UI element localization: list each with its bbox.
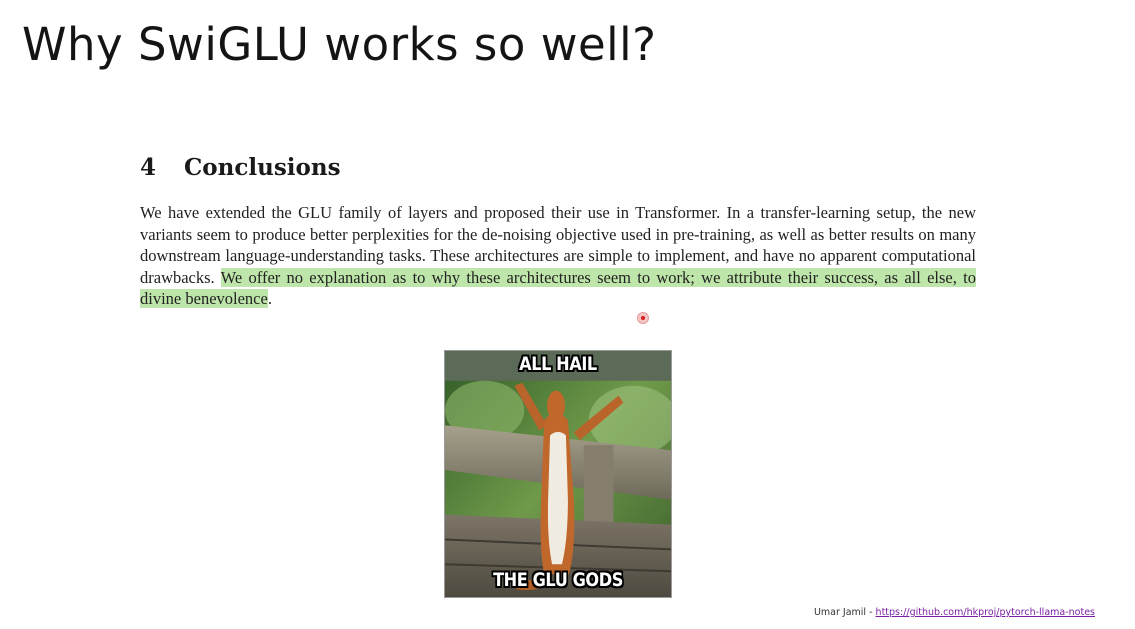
- section-number: 4: [140, 154, 157, 181]
- footer-author: Umar Jamil -: [813, 607, 876, 618]
- squirrel-illustration: [445, 351, 671, 597]
- section-title: Conclusions: [184, 154, 341, 181]
- meme-bottom-caption: THE GLU GODS: [493, 569, 623, 591]
- section-heading: 4 Conclusions: [140, 154, 341, 181]
- highlighted-text: We offer no explanation as to why these …: [140, 267, 976, 308]
- paragraph-end: .: [267, 289, 272, 308]
- conclusions-paragraph: We have extended the GLU family of layer…: [140, 202, 976, 310]
- footer-link[interactable]: https://github.com/hkproj/pytorch-llama-…: [876, 607, 1095, 618]
- meme-top-caption: ALL HAIL: [519, 353, 597, 375]
- footer-credit: Umar Jamil - https://github.com/hkproj/p…: [814, 607, 1095, 618]
- squirrel-meme-image: ALL HAIL THE GLU GODS: [444, 350, 672, 598]
- slide-title: Why SwiGLU works so well?: [22, 18, 657, 71]
- pointer-cursor-icon: [637, 312, 649, 324]
